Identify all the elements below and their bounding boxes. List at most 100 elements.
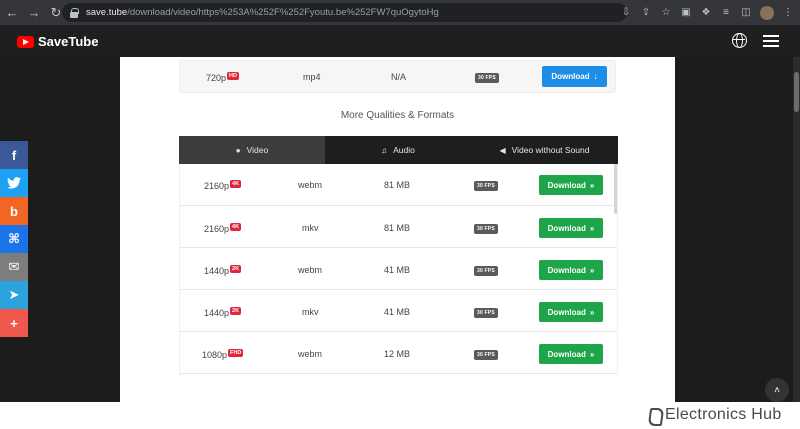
- chevrons-down-icon: »: [589, 265, 595, 275]
- extension-icon[interactable]: ▣: [680, 7, 692, 18]
- hamburger-menu-icon[interactable]: [763, 35, 779, 47]
- quality-label: 1440p: [204, 308, 230, 318]
- size-cell: 81 MB: [384, 223, 411, 233]
- quality-badge: 2K: [230, 307, 242, 315]
- url-host: save.tube: [86, 7, 128, 18]
- play-circle-icon: ●: [235, 145, 241, 155]
- download-button[interactable]: Download»: [539, 302, 603, 322]
- copy-link-icon[interactable]: ⌘: [0, 225, 28, 253]
- blogger-share-icon[interactable]: b: [0, 197, 28, 225]
- site-logo[interactable]: SaveTube: [17, 34, 98, 49]
- quality-label: 2160p: [204, 224, 230, 234]
- fps-badge: 30 FPS: [474, 350, 498, 360]
- size-cell: 41 MB: [384, 265, 411, 275]
- reading-list-icon[interactable]: ≡: [720, 7, 732, 18]
- tab-label: Video without Sound: [511, 145, 590, 155]
- chevrons-down-icon: »: [589, 180, 595, 190]
- quality-label: 2160p: [204, 181, 230, 191]
- more-qualities-heading: More Qualities & Formats: [340, 110, 455, 121]
- quality-badge: 4K: [230, 223, 242, 231]
- quality-badge: FHD: [228, 349, 244, 357]
- primary-download-row: 720p HD mp4 N/A 30 FPS Download ↓: [179, 60, 616, 93]
- table-row: 2160p 4K mkv 81 MB 30 FPS Download»: [180, 206, 617, 248]
- page-scrollbar[interactable]: [793, 57, 800, 402]
- tab-video[interactable]: ● Video: [179, 136, 325, 164]
- browser-toolbar: ← → ↻ save.tube/download/video/https%253…: [0, 0, 800, 25]
- tab-video-without-sound[interactable]: ◀ Video without Sound: [471, 136, 618, 164]
- quality-badge: HD: [227, 72, 239, 80]
- music-note-icon: ♫: [381, 145, 388, 155]
- tab-label: Audio: [393, 145, 415, 155]
- quality-label: 1080p: [202, 350, 228, 360]
- fps-badge: 30 FPS: [475, 73, 499, 83]
- back-icon[interactable]: ←: [2, 3, 22, 23]
- scrollbar-thumb[interactable]: [794, 72, 799, 112]
- email-share-icon[interactable]: ✉: [0, 253, 28, 281]
- table-row: 1440p 2K webm 41 MB 30 FPS Download»: [180, 248, 617, 290]
- quality-cell: 1080p FHD: [202, 349, 244, 360]
- address-bar[interactable]: save.tube/download/video/https%253A%252F…: [62, 3, 627, 22]
- quality-cell: 720p HD: [206, 72, 239, 83]
- site-header: SaveTube: [0, 25, 800, 57]
- download-button[interactable]: Download»: [539, 260, 603, 280]
- watermark-text: Electronics Hub: [665, 406, 782, 423]
- download-arrow-icon: ↓: [593, 72, 598, 81]
- kebab-menu-icon[interactable]: ⋮: [782, 7, 794, 18]
- install-icon[interactable]: ⇩: [620, 7, 632, 18]
- puzzle-icon[interactable]: ❖: [700, 7, 712, 18]
- tab-audio[interactable]: ♫ Audio: [325, 136, 471, 164]
- quality-badge: 2K: [230, 265, 242, 273]
- fps-badge: 30 FPS: [474, 224, 498, 234]
- side-panel-icon[interactable]: ◫: [740, 7, 752, 18]
- lock-icon: [70, 7, 79, 18]
- share-icon[interactable]: ⇪: [640, 7, 652, 18]
- chevrons-down-icon: »: [589, 223, 595, 233]
- format-list: 2160p 4K webm 81 MB 30 FPS Download» 2160…: [179, 164, 618, 378]
- download-button[interactable]: Download»: [539, 175, 603, 195]
- quality-cell: 2160p 4K: [204, 223, 242, 234]
- download-button[interactable]: Download ↓: [542, 66, 607, 87]
- tab-label: Video: [246, 145, 269, 155]
- scroll-to-top-button[interactable]: ˄: [765, 378, 789, 402]
- forward-icon[interactable]: →: [24, 3, 44, 23]
- youtube-play-icon: [17, 35, 34, 48]
- extension-toolbar: ⇩ ⇪ ☆ ▣ ❖ ≡ ◫ ⋮: [620, 3, 794, 22]
- download-label: Download: [547, 307, 586, 317]
- more-share-icon[interactable]: +: [0, 309, 28, 337]
- format-tabs: ● Video ♫ Audio ◀ Video without Sound: [179, 136, 618, 164]
- format-cell: webm: [298, 349, 323, 359]
- watermark: Electronics Hub: [648, 406, 782, 424]
- main-content: 720p HD mp4 N/A 30 FPS Download ↓ More Qu…: [120, 57, 675, 402]
- logo-text: SaveTube: [38, 34, 99, 49]
- format-cell: mkv: [302, 223, 319, 233]
- fps-badge: 30 FPS: [474, 181, 498, 191]
- quality-label: 720p: [206, 73, 227, 83]
- format-cell: mkv: [302, 307, 319, 317]
- download-button[interactable]: Download»: [539, 218, 603, 238]
- fps-badge: 30 FPS: [474, 308, 498, 318]
- quality-cell: 2160p 4K: [204, 180, 242, 191]
- size-cell: 12 MB: [384, 349, 411, 359]
- quality-badge: 4K: [230, 180, 242, 188]
- language-globe-icon[interactable]: [732, 33, 747, 48]
- facebook-share-icon[interactable]: f: [0, 141, 28, 169]
- quality-cell: 1440p 2K: [204, 265, 242, 276]
- profile-avatar[interactable]: [760, 5, 774, 20]
- table-row: 2160p 4K webm 81 MB 30 FPS Download»: [180, 164, 617, 206]
- telegram-share-icon[interactable]: ➤: [0, 281, 28, 309]
- size-cell: 41 MB: [384, 307, 411, 317]
- url-path: /download/video/https%253A%252F%252Fyout…: [127, 7, 439, 18]
- download-button[interactable]: Download»: [539, 344, 603, 364]
- download-label: Download: [547, 223, 586, 233]
- download-label: Download: [547, 349, 586, 359]
- size-cell: N/A: [391, 72, 407, 82]
- list-scrollbar[interactable]: [614, 164, 617, 214]
- size-cell: 81 MB: [384, 180, 411, 190]
- download-label: Download: [547, 180, 586, 190]
- table-row: 1080p FHD webm 12 MB 30 FPS Download»: [180, 332, 617, 374]
- fps-badge: 30 FPS: [474, 266, 498, 276]
- twitter-share-icon[interactable]: [0, 169, 28, 197]
- social-share-bar: f b ⌘ ✉ ➤ +: [0, 141, 28, 337]
- format-cell: mp4: [303, 72, 321, 82]
- bookmark-star-icon[interactable]: ☆: [660, 7, 672, 18]
